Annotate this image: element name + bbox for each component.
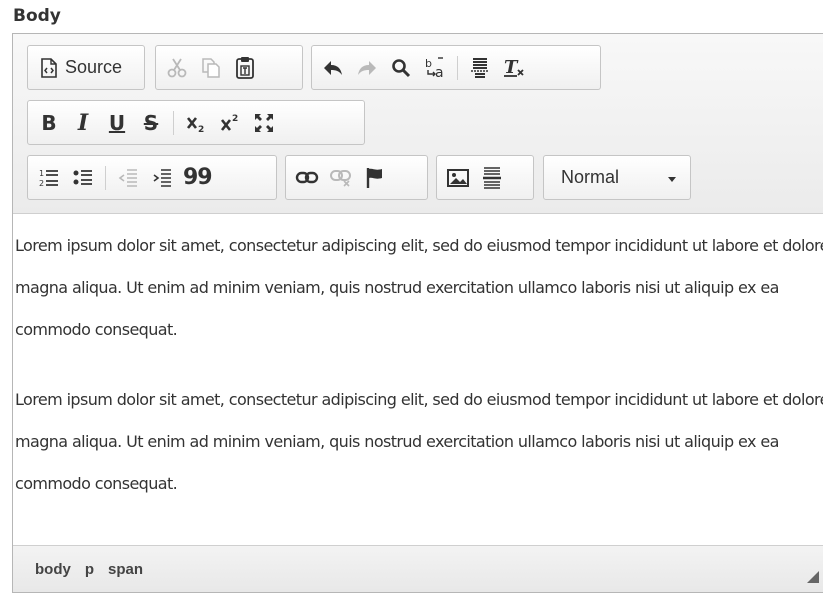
toolbar-separator [457,55,458,80]
unlink-button[interactable] [324,161,358,195]
link-icon [295,170,319,186]
svg-text:2: 2 [39,179,44,188]
toolbar-group-clipboard [155,45,303,90]
blockquote-icon: 99 [183,165,213,190]
bold-button[interactable]: B [32,106,66,140]
find-icon [391,58,411,78]
unlink-icon [329,168,353,188]
format-select-value: Normal [561,167,620,187]
copy-icon [200,57,222,79]
horizontal-line-icon [482,166,502,190]
toolbar-group-paragraph: 12 99 [27,155,277,200]
find-button[interactable] [384,51,418,85]
indent-icon [151,167,173,189]
svg-text:T: T [504,57,519,78]
replace-icon: ba [423,56,447,80]
content-paragraph[interactable]: Lorem ipsum dolor sit amet, consectetur … [15,379,823,505]
toolbar-group-insert [436,155,534,200]
horizontal-line-button[interactable] [475,161,509,195]
content-paragraph[interactable]: Lorem ipsum dolor sit amet, consectetur … [15,225,823,351]
image-button[interactable] [441,161,475,195]
source-label: Source [65,57,123,77]
source-button[interactable]: Source [32,51,130,85]
maximize-icon [253,112,275,134]
outdent-icon [117,167,139,189]
undo-button[interactable] [316,51,350,85]
field-label: Body [13,6,61,26]
undo-icon [322,59,344,77]
maximize-button[interactable] [247,106,281,140]
bold-icon: B [41,110,57,135]
editor-content[interactable]: Lorem ipsum dolor sit amet, consectetur … [13,215,823,549]
source-icon [40,57,58,78]
strike-button[interactable]: S [134,106,168,140]
page-break-icon [470,57,490,79]
strike-icon: S [143,110,159,135]
cut-button[interactable] [160,51,194,85]
superscript-button[interactable]: 2 [213,106,247,140]
toolbar-group-links [285,155,428,200]
numbered-list-icon: 12 [38,167,60,189]
page-break-button[interactable] [463,51,497,85]
indent-button[interactable] [145,161,179,195]
format-select[interactable]: Normal [543,155,691,200]
toolbar-group-editing: ba T [311,45,601,90]
toolbar-separator [105,165,106,190]
replace-button[interactable]: ba [418,51,452,85]
rich-text-editor: Source b a T B I U S 2 2 1 2 99 Normal L… [12,33,823,593]
toolbar-group-basicstyles: B I U S 2 2 [27,100,365,145]
image-icon [447,168,469,188]
cut-icon [166,57,188,79]
path-item-body[interactable]: body [35,561,71,578]
svg-text:2: 2 [232,114,238,124]
outdent-button[interactable] [111,161,145,195]
path-item-span[interactable]: span [108,561,143,578]
remove-format-icon: T [502,57,526,79]
subscript-button[interactable]: 2 [179,106,213,140]
blockquote-button[interactable]: 99 [179,161,216,195]
redo-icon [356,59,378,77]
editor-toolbar: Source b a T B I U S 2 2 1 2 99 Normal [13,34,823,214]
italic-button[interactable]: I [66,106,100,140]
svg-text:b: b [425,57,432,70]
chevron-down-icon [668,177,676,182]
svg-text:1: 1 [39,169,44,178]
superscript-icon: 2 [219,112,241,134]
path-item-p[interactable]: p [85,561,94,578]
svg-text:a: a [435,65,444,80]
copy-button[interactable] [194,51,228,85]
redo-button[interactable] [350,51,384,85]
remove-format-button[interactable]: T [497,51,531,85]
underline-icon: U [108,110,126,135]
paste-text-button[interactable] [228,51,262,85]
link-button[interactable] [290,161,324,195]
svg-text:2: 2 [198,125,204,134]
paste-text-icon [234,56,256,80]
anchor-button[interactable] [358,161,392,195]
numbered-list-button[interactable]: 12 [32,161,66,195]
anchor-icon [365,167,385,189]
resize-handle-icon[interactable] [807,571,819,583]
underline-button[interactable]: U [100,106,134,140]
toolbar-group-document: Source [27,45,145,90]
bulleted-list-icon [72,167,94,189]
bulleted-list-button[interactable] [66,161,100,195]
element-path-bar: body p span [13,545,823,592]
italic-icon: I [77,109,89,136]
toolbar-separator [173,110,174,135]
subscript-icon: 2 [185,112,207,134]
